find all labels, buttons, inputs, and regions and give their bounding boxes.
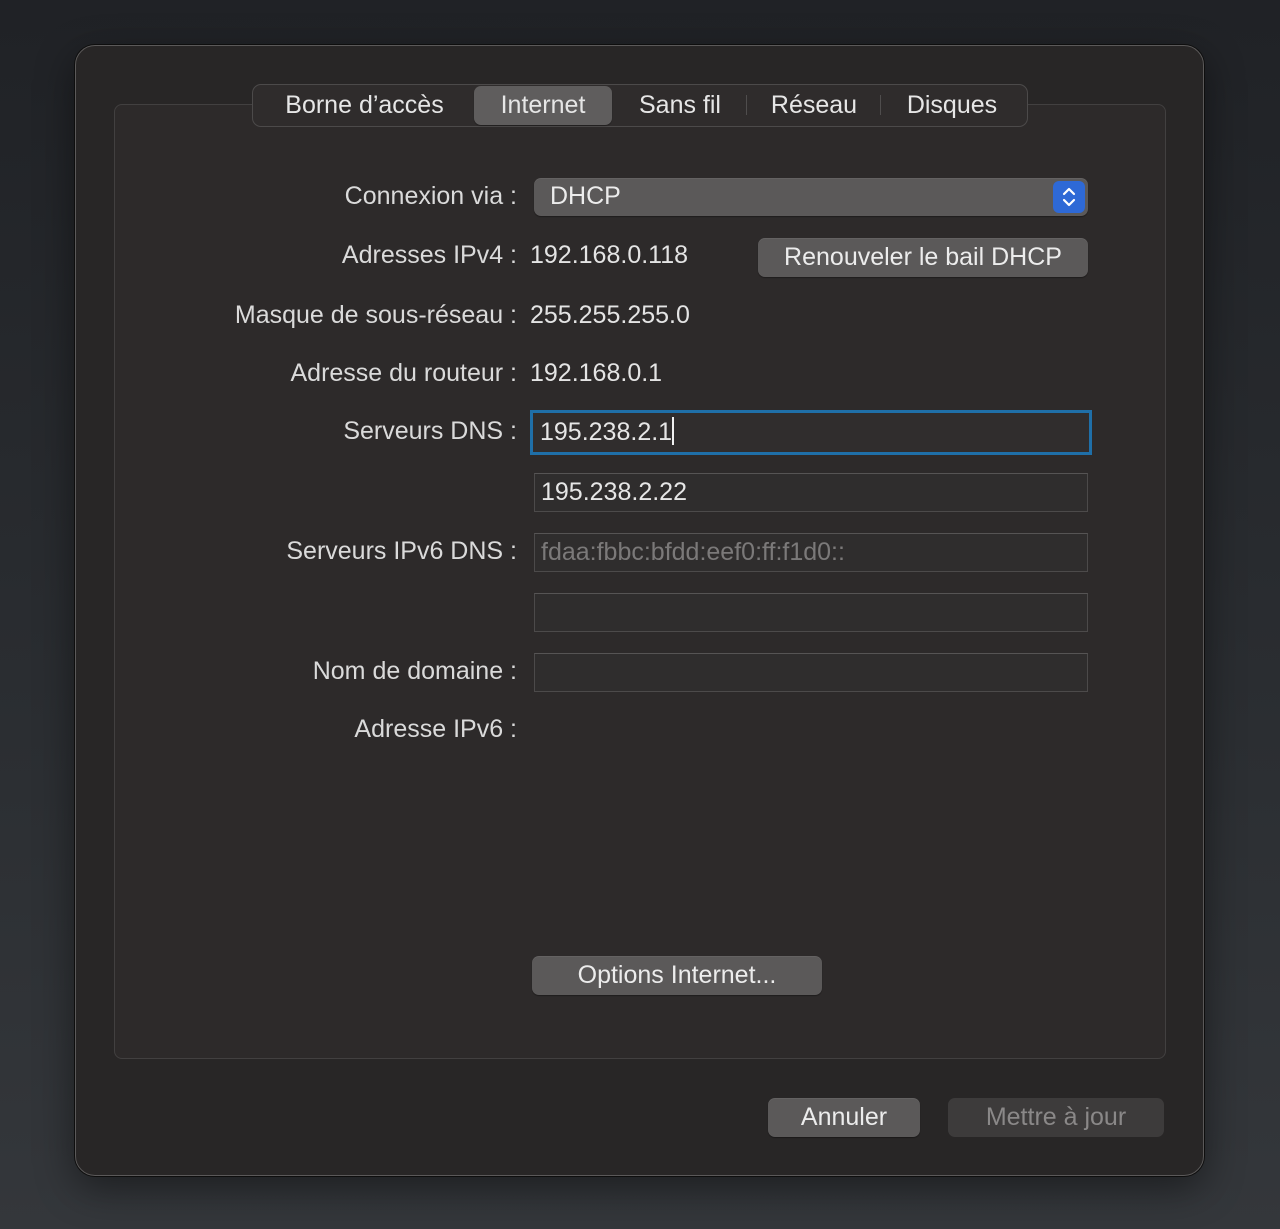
tab-internet[interactable]: Internet xyxy=(474,86,612,125)
router-label: Adresse du routeur : xyxy=(290,359,517,387)
ipv4-value: 192.168.0.118 xyxy=(530,241,689,269)
domain-field[interactable] xyxy=(534,653,1088,692)
tab-sans-fil[interactable]: Sans fil xyxy=(620,86,740,125)
chevron-up-down-icon xyxy=(1053,181,1085,213)
update-button[interactable]: Mettre à jour xyxy=(948,1098,1164,1137)
subnet-value: 255.255.255.0 xyxy=(530,301,690,329)
dns-label: Serveurs DNS : xyxy=(343,417,517,445)
connection-value: DHCP xyxy=(550,182,621,210)
connection-popup[interactable]: DHCP xyxy=(534,178,1088,216)
router-value: 192.168.0.1 xyxy=(530,359,663,387)
cancel-button[interactable]: Annuler xyxy=(768,1098,920,1137)
connection-label: Connexion via : xyxy=(344,182,517,210)
tab-divider xyxy=(746,95,747,115)
subnet-label: Masque de sous-réseau : xyxy=(234,301,517,329)
tab-borne-acces[interactable]: Borne d’accès xyxy=(262,86,467,125)
ipv6-address-label: Adresse IPv6 : xyxy=(354,715,517,743)
dns-secondary-field[interactable]: 195.238.2.22 xyxy=(534,473,1088,512)
text-caret xyxy=(672,417,675,445)
tab-reseau[interactable]: Réseau xyxy=(752,86,876,125)
renew-dhcp-button[interactable]: Renouveler le bail DHCP xyxy=(758,238,1088,277)
tab-disques[interactable]: Disques xyxy=(886,86,1018,125)
domain-label: Nom de domaine : xyxy=(312,657,517,685)
internet-options-button[interactable]: Options Internet... xyxy=(532,956,822,995)
dns-primary-value: 195.238.2.1 xyxy=(540,418,673,446)
tab-divider xyxy=(880,95,881,115)
ipv6-dns-primary-field[interactable]: fdaa:fbbc:bfdd:eef0:ff:f1d0:: xyxy=(534,533,1088,572)
ipv6-dns-secondary-field[interactable] xyxy=(534,593,1088,632)
ipv4-label: Adresses IPv4 : xyxy=(341,241,517,269)
ipv6-dns-label: Serveurs IPv6 DNS : xyxy=(286,537,517,565)
dns-primary-field[interactable]: 195.238.2.1 xyxy=(530,410,1092,455)
